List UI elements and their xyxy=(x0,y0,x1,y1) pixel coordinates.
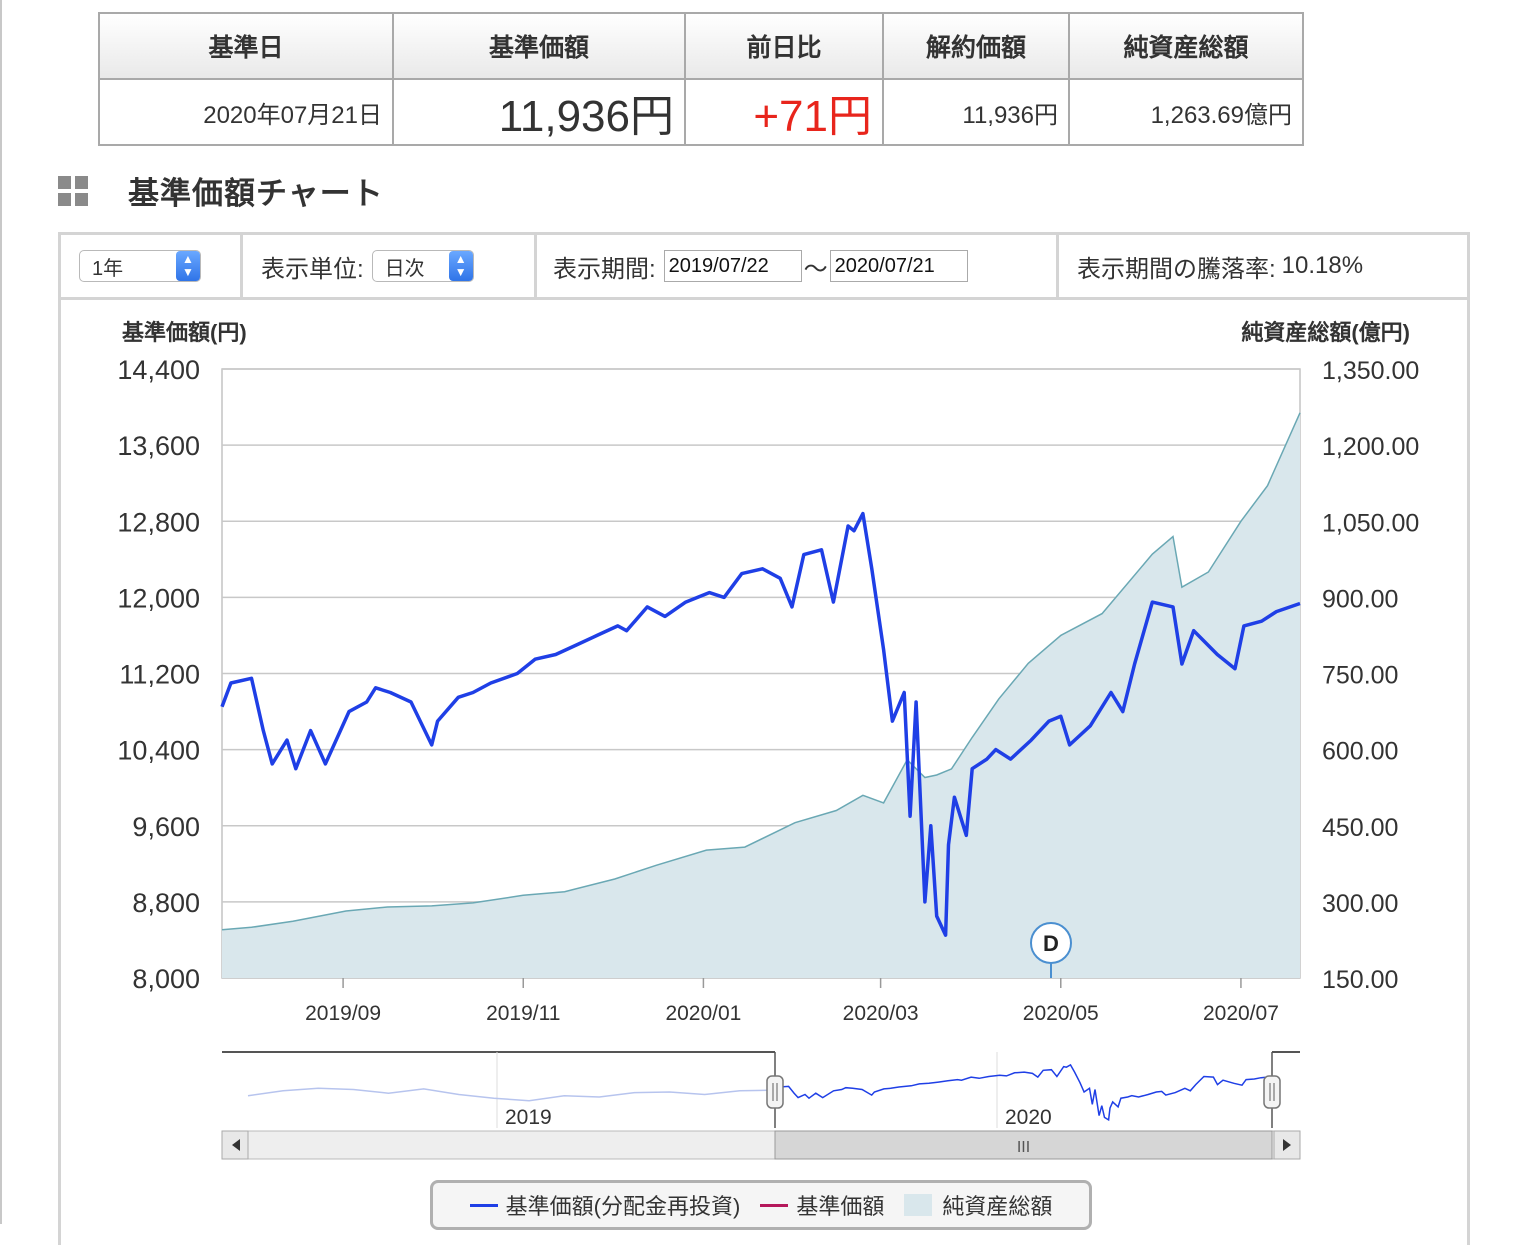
chart-legend: 基準価額(分配金再投資) 基準価額 純資産総額 xyxy=(430,1180,1092,1230)
y-tick-left: 9,600 xyxy=(132,812,200,842)
y-tick-right: 300.00 xyxy=(1322,890,1398,918)
legend-swatch-crimson xyxy=(760,1203,789,1207)
y-axis-title-left: 基準価額(円) xyxy=(122,320,247,345)
y-tick-left: 12,800 xyxy=(117,507,200,537)
navigator-year-label: 2020 xyxy=(1005,1106,1052,1129)
navigator-year-label: 2019 xyxy=(505,1106,552,1129)
y-tick-left: 8,000 xyxy=(132,964,200,994)
y-tick-right: 1,350.00 xyxy=(1322,357,1419,385)
legend-item-net-assets[interactable]: 純資産総額 xyxy=(904,1189,1052,1221)
y-tick-right: 1,200.00 xyxy=(1322,433,1419,461)
chart-svg: 14,400 1,350.00 13,600 1,200.00 12,800 1,050.… xyxy=(117,320,1419,1160)
y-tick-left: 8,800 xyxy=(132,888,200,918)
y-tick-left: 14,400 xyxy=(117,355,200,385)
legend-item-nav-reinvest[interactable]: 基準価額(分配金再投資) xyxy=(469,1189,740,1221)
legend-swatch-area xyxy=(904,1194,933,1216)
legend-item-nav[interactable]: 基準価額 xyxy=(760,1189,884,1221)
y-tick-left: 11,200 xyxy=(119,660,200,690)
y-axis-title-right: 純資産総額(億円) xyxy=(1241,320,1410,345)
scrollbar-grip: III xyxy=(1017,1139,1030,1156)
navigator-handle[interactable] xyxy=(766,1075,784,1109)
y-tick-left: 12,000 xyxy=(117,583,200,613)
y-tick-right: 600.00 xyxy=(1322,738,1398,766)
y-tick-right: 750.00 xyxy=(1322,662,1398,690)
x-tick-label: 2020/07 xyxy=(1203,1002,1279,1025)
x-tick-label: 2020/03 xyxy=(843,1002,919,1025)
y-tick-right: 1,050.00 xyxy=(1322,509,1419,537)
legend-swatch-blue xyxy=(469,1203,498,1207)
y-tick-left: 13,600 xyxy=(117,431,200,461)
x-tick-label: 2019/09 xyxy=(305,1002,381,1025)
y-tick-right: 900.00 xyxy=(1322,585,1398,613)
x-tick-label: 2019/11 xyxy=(486,1002,560,1025)
x-tick-label: 2020/01 xyxy=(665,1002,741,1025)
x-tick-label: 2020/05 xyxy=(1023,1002,1099,1025)
navigator-handle[interactable] xyxy=(1263,1075,1281,1109)
y-tick-left: 10,400 xyxy=(117,736,200,766)
dividend-marker-label: D xyxy=(1043,931,1059,956)
y-tick-right: 450.00 xyxy=(1322,814,1398,842)
y-tick-right: 150.00 xyxy=(1322,966,1398,994)
